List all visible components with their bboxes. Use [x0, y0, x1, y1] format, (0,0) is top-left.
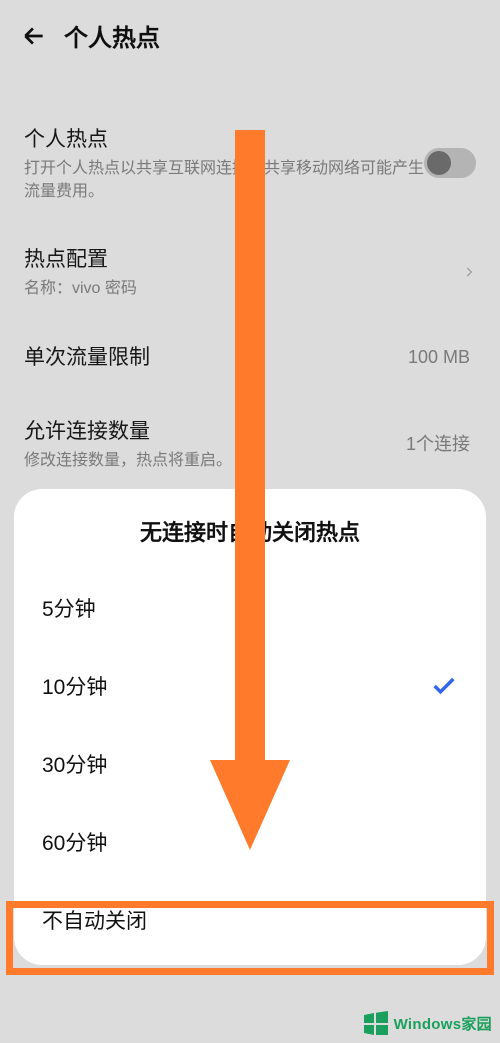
windows-logo-icon: [362, 1011, 390, 1035]
page-title: 个人热点: [64, 18, 160, 53]
header: 个人热点: [0, 0, 500, 63]
option-60min[interactable]: 60分钟: [14, 803, 486, 881]
hotspot-toggle[interactable]: [424, 148, 476, 178]
row-connection-limit[interactable]: 允许连接数量 修改连接数量，热点将重启。 1个连接: [24, 395, 476, 492]
row-title: 个人热点: [24, 123, 424, 153]
check-icon: [430, 672, 458, 700]
row-data-limit[interactable]: 单次流量限制 100 MB: [24, 321, 476, 395]
option-no-auto-off[interactable]: 不自动关闭: [14, 881, 486, 959]
option-10min[interactable]: 10分钟: [14, 647, 486, 725]
toggle-knob: [427, 151, 451, 175]
option-label: 10分钟: [42, 671, 107, 701]
option-label: 不自动关闭: [42, 905, 147, 935]
option-5min[interactable]: 5分钟: [14, 569, 486, 647]
settings-screen: 个人热点 个人热点 打开个人热点以共享互联网连接。共享移动网络可能产生流量费用。…: [0, 0, 500, 1043]
watermark-text: Windows家园: [394, 1013, 492, 1034]
option-label: 30分钟: [42, 749, 107, 779]
row-personal-hotspot[interactable]: 个人热点 打开个人热点以共享互联网连接。共享移动网络可能产生流量费用。: [24, 103, 476, 223]
option-30min[interactable]: 30分钟: [14, 725, 486, 803]
row-desc: 打开个人热点以共享互联网连接。共享移动网络可能产生流量费用。: [24, 157, 424, 203]
option-label: 60分钟: [42, 827, 107, 857]
row-value: 100 MB: [408, 347, 470, 368]
row-hotspot-config[interactable]: 热点配置 名称：vivo 密码: [24, 223, 476, 320]
watermark: Windows家园: [362, 1011, 492, 1035]
chevron-right-icon: [462, 265, 476, 279]
row-title: 单次流量限制: [24, 341, 408, 371]
row-desc: 修改连接数量，热点将重启。: [24, 449, 406, 472]
row-title: 允许连接数量: [24, 415, 406, 445]
row-value: 1个连接: [406, 430, 470, 456]
option-label: 5分钟: [42, 593, 96, 623]
auto-off-sheet: 无连接时自动关闭热点 5分钟 10分钟 30分钟 60分钟 不自动关闭: [14, 489, 486, 965]
back-icon[interactable]: [20, 22, 48, 50]
row-desc: 名称：vivo 密码: [24, 277, 462, 300]
row-title: 热点配置: [24, 243, 462, 273]
sheet-title: 无连接时自动关闭热点: [14, 489, 486, 569]
